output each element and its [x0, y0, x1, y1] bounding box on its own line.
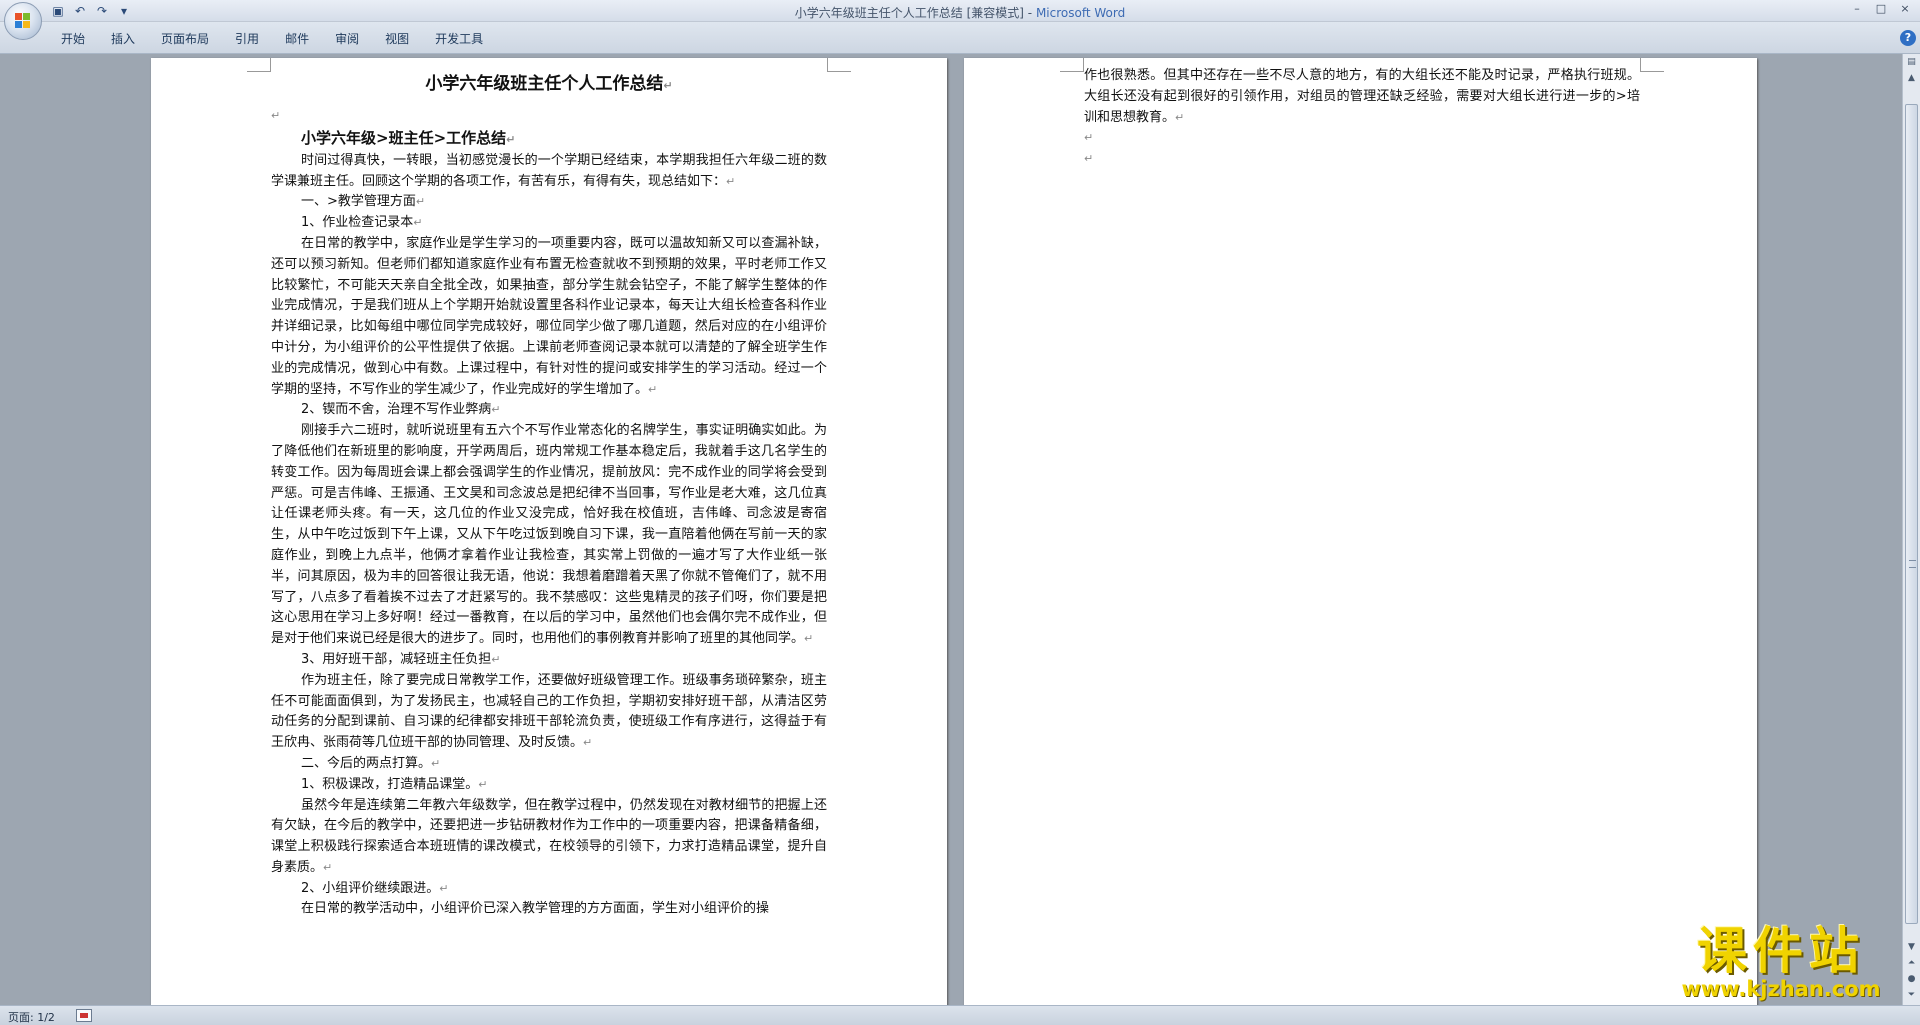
scroll-bottom-buttons: ▼ ⏶ ● ⏷	[1903, 939, 1920, 1003]
paragraph-mark: ↵	[323, 860, 333, 874]
paragraph: 在日常的教学活动中，小组评价已深入教学管理的方方面面，学生对小组评价的操	[271, 899, 827, 920]
crop-mark	[1640, 58, 1664, 72]
office-logo-icon	[15, 13, 31, 29]
previous-page-icon[interactable]: ⏶	[1903, 955, 1920, 971]
crop-mark	[247, 58, 271, 72]
page-1[interactable]: 小学六年级班主任个人工作总结↵ ↵ 小学六年级>班主任>工作总结↵ 时间过得真快…	[151, 58, 947, 1005]
paragraph-mark: ↵	[804, 632, 814, 646]
document-subtitle-text: 小学六年级>班主任>工作总结	[301, 128, 507, 147]
document-name: 小学六年级班主任个人工作总结 [兼容模式]	[794, 6, 1024, 20]
grip-icon	[1909, 560, 1916, 568]
paragraph-mark: ↵	[491, 403, 501, 417]
paragraph-text: 在日常的教学中，家庭作业是学生学习的一项重要内容，既可以温故知新又可以查漏补缺，…	[271, 235, 827, 397]
tab-view[interactable]: 视图	[372, 30, 422, 48]
paragraph-text: 2、小组评价继续跟进。	[301, 880, 440, 896]
help-icon[interactable]: ?	[1900, 30, 1916, 46]
paragraph-text: 作为班主任，除了要完成日常教学工作，还要做好班级管理工作。班级事务琐碎繁杂，班主…	[271, 672, 827, 751]
paragraph-mark: ↵	[1175, 110, 1185, 124]
paragraph-text: 二、今后的两点打算。	[301, 755, 432, 771]
paragraph-mark: ↵	[663, 79, 673, 92]
paragraph-text: 作也很熟悉。但其中还存在一些不尽人意的地方，有的大组长还不能及时记录，严格执行班…	[1084, 68, 1640, 125]
paragraph-text: 1、积极课改，打造精品课堂。	[301, 776, 479, 792]
tab-references[interactable]: 引用	[222, 30, 272, 48]
empty-paragraph: ↵	[271, 109, 281, 122]
next-page-icon[interactable]: ⏷	[1903, 987, 1920, 1003]
paragraph-text: 1、作业检查记录本	[301, 215, 414, 231]
paragraph-text: 一、>教学管理方面	[301, 194, 416, 210]
paragraph: 作为班主任，除了要完成日常教学工作，还要做好班级管理工作。班级事务琐碎繁杂，班主…	[271, 671, 827, 754]
paragraph-mark: ↵	[413, 216, 423, 230]
tab-review[interactable]: 审阅	[322, 30, 372, 48]
page-1-content[interactable]: 小学六年级班主任个人工作总结↵ ↵ 小学六年级>班主任>工作总结↵ 时间过得真快…	[271, 68, 827, 920]
paragraph-text: 虽然今年是连续第二年教六年级数学，但在教学过程中，仍然发现在对教材细节的把握上还…	[271, 797, 827, 875]
tab-developer[interactable]: 开发工具	[422, 30, 496, 48]
paragraph-mark: ↵	[478, 777, 488, 791]
section-heading: 一、>教学管理方面↵	[271, 192, 827, 213]
close-button[interactable]: ×	[1894, 2, 1916, 18]
page-count-status[interactable]: 页面: 1/2	[8, 1009, 55, 1025]
window-controls: – □ ×	[1846, 2, 1916, 18]
document-title-text: 小学六年级班主任个人工作总结	[425, 74, 664, 94]
paragraph: 在日常的教学中，家庭作业是学生学习的一项重要内容，既可以温故知新又可以查漏补缺，…	[271, 234, 827, 400]
page-2[interactable]: 作也很熟悉。但其中还存在一些不尽人意的地方，有的大组长还不能及时记录，严格执行班…	[964, 58, 1757, 1005]
document-title: 小学六年级班主任个人工作总结↵	[271, 72, 827, 98]
vertical-scrollbar[interactable]: ▤ ▲ ▼ ⏶ ● ⏷	[1902, 54, 1920, 1005]
paragraph-mark: ↵	[491, 652, 501, 666]
watermark-logo: 课件站 www.kjzhan.com	[1666, 925, 1896, 1003]
subsection-heading: 2、小组评价继续跟进。↵	[271, 879, 827, 900]
crop-mark	[1060, 58, 1084, 72]
scroll-thumb[interactable]	[1905, 104, 1918, 924]
proofing-status-icon[interactable]	[76, 1009, 92, 1022]
select-browse-object-icon[interactable]: ●	[1903, 971, 1920, 987]
subsection-heading: 3、用好班干部，减轻班主任负担↵	[271, 650, 827, 671]
subsection-heading: 1、积极课改，打造精品课堂。↵	[271, 775, 827, 796]
paragraph-mark: ↵	[583, 736, 593, 750]
watermark-text: 课件站	[1697, 921, 1865, 980]
subsection-heading: 2、锲而不舍，治理不写作业弊病↵	[271, 400, 827, 421]
paragraph-text: 在日常的教学活动中，小组评价已深入教学管理的方方面面，学生对小组评价的操	[301, 901, 770, 917]
paragraph-mark: ↵	[506, 132, 516, 146]
office-button[interactable]	[4, 2, 42, 40]
crop-mark	[827, 58, 851, 72]
app-name: Microsoft Word	[1035, 6, 1126, 20]
maximize-button[interactable]: □	[1870, 2, 1892, 18]
paragraph-text: 2、锲而不舍，治理不写作业弊病	[301, 402, 492, 418]
ruler-toggle-icon[interactable]: ▤	[1903, 54, 1920, 70]
paragraph-mark: ↵	[415, 195, 426, 209]
window-title: 小学六年级班主任个人工作总结 [兼容模式] - Microsoft Word	[0, 4, 1920, 21]
minimize-button[interactable]: –	[1846, 2, 1868, 18]
empty-paragraph: ↵	[1084, 131, 1094, 145]
paragraph: 虽然今年是连续第二年教六年级数学，但在教学过程中，仍然发现在对教材细节的把握上还…	[271, 796, 827, 879]
tab-page-layout[interactable]: 页面布局	[148, 30, 222, 48]
paragraph-mark: ↵	[431, 756, 441, 770]
page-2-content[interactable]: 作也很熟悉。但其中还存在一些不尽人意的地方，有的大组长还不能及时记录，严格执行班…	[1084, 66, 1640, 170]
title-separator: -	[1023, 6, 1036, 20]
status-bar: 页面: 1/2	[0, 1005, 1920, 1025]
empty-paragraph: ↵	[1084, 152, 1094, 166]
document-subtitle: 小学六年级>班主任>工作总结↵	[271, 127, 827, 151]
scroll-down-icon[interactable]: ▼	[1903, 939, 1920, 955]
tab-mailings[interactable]: 邮件	[272, 30, 322, 48]
paragraph-mark: ↵	[439, 881, 449, 895]
ribbon: 开始 插入 页面布局 引用 邮件 审阅 视图 开发工具 ?	[0, 22, 1920, 54]
tab-home[interactable]: 开始	[48, 30, 98, 48]
paragraph: 时间过得真快，一转眼，当初感觉漫长的一个学期已经结束，本学期我担任六年级二班的数…	[271, 151, 827, 193]
title-bar: ▣ ↶ ↷ ▾ 小学六年级班主任个人工作总结 [兼容模式] - Microsof…	[0, 0, 1920, 22]
scroll-up-icon[interactable]: ▲	[1903, 70, 1920, 86]
paragraph-mark: ↵	[726, 174, 736, 188]
ribbon-tabs: 开始 插入 页面布局 引用 邮件 审阅 视图 开发工具	[48, 30, 496, 48]
paragraph-text: 刚接手六二班时，就听说班里有五六个不写作业常态化的名牌学生，事实证明确实如此。为…	[271, 423, 827, 647]
watermark-url: www.kjzhan.com	[1681, 977, 1881, 1001]
paragraph-text: 时间过得真快，一转眼，当初感觉漫长的一个学期已经结束，本学期我担任六年级二班的数…	[271, 152, 827, 189]
paragraph: 刚接手六二班时，就听说班里有五六个不写作业常态化的名牌学生，事实证明确实如此。为…	[271, 421, 827, 650]
paragraph-mark: ↵	[648, 382, 658, 396]
document-workspace[interactable]: 小学六年级班主任个人工作总结↵ ↵ 小学六年级>班主任>工作总结↵ 时间过得真快…	[0, 54, 1902, 1005]
paragraph-text: 3、用好班干部，减轻班主任负担	[301, 651, 492, 667]
paragraph: 作也很熟悉。但其中还存在一些不尽人意的地方，有的大组长还不能及时记录，严格执行班…	[1084, 66, 1640, 128]
tab-insert[interactable]: 插入	[98, 30, 148, 48]
section-heading: 二、今后的两点打算。↵	[271, 754, 827, 775]
subsection-heading: 1、作业检查记录本↵	[271, 213, 827, 234]
